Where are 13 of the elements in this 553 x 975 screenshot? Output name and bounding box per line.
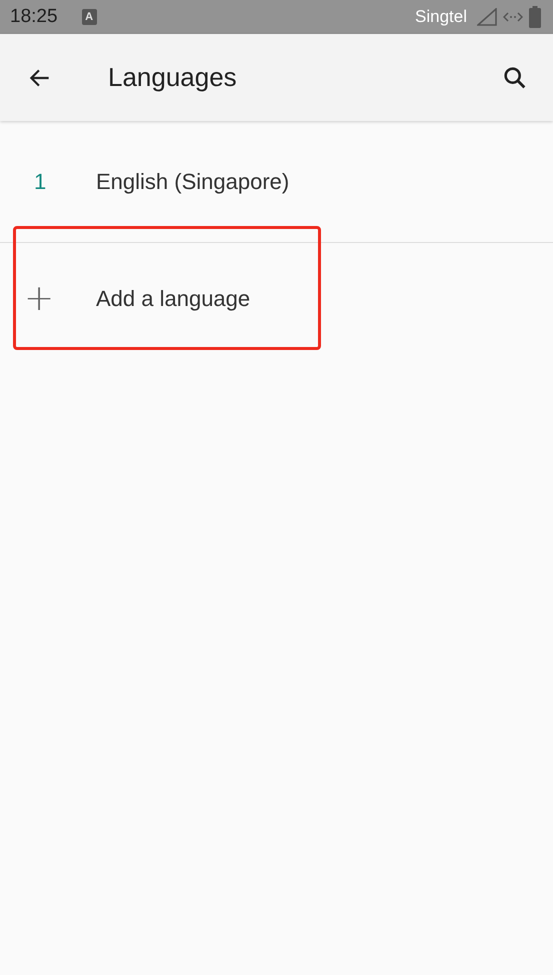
plus-icon: + (0, 281, 96, 317)
data-arrows-icon (503, 10, 523, 24)
screen-title: Languages (108, 62, 237, 93)
add-language-label: Add a language (96, 286, 250, 312)
signal-icon (477, 8, 497, 26)
carrier-name: Singtel (415, 7, 467, 27)
notification-icon: A (82, 9, 97, 25)
language-order-number: 1 (33, 169, 48, 195)
battery-icon (529, 6, 541, 28)
language-item[interactable]: 1 English (Singapore) (0, 122, 553, 243)
language-name: English (Singapore) (96, 169, 290, 195)
add-language-item[interactable]: + Add a language (0, 243, 553, 355)
status-time: 18:25 (10, 6, 58, 28)
